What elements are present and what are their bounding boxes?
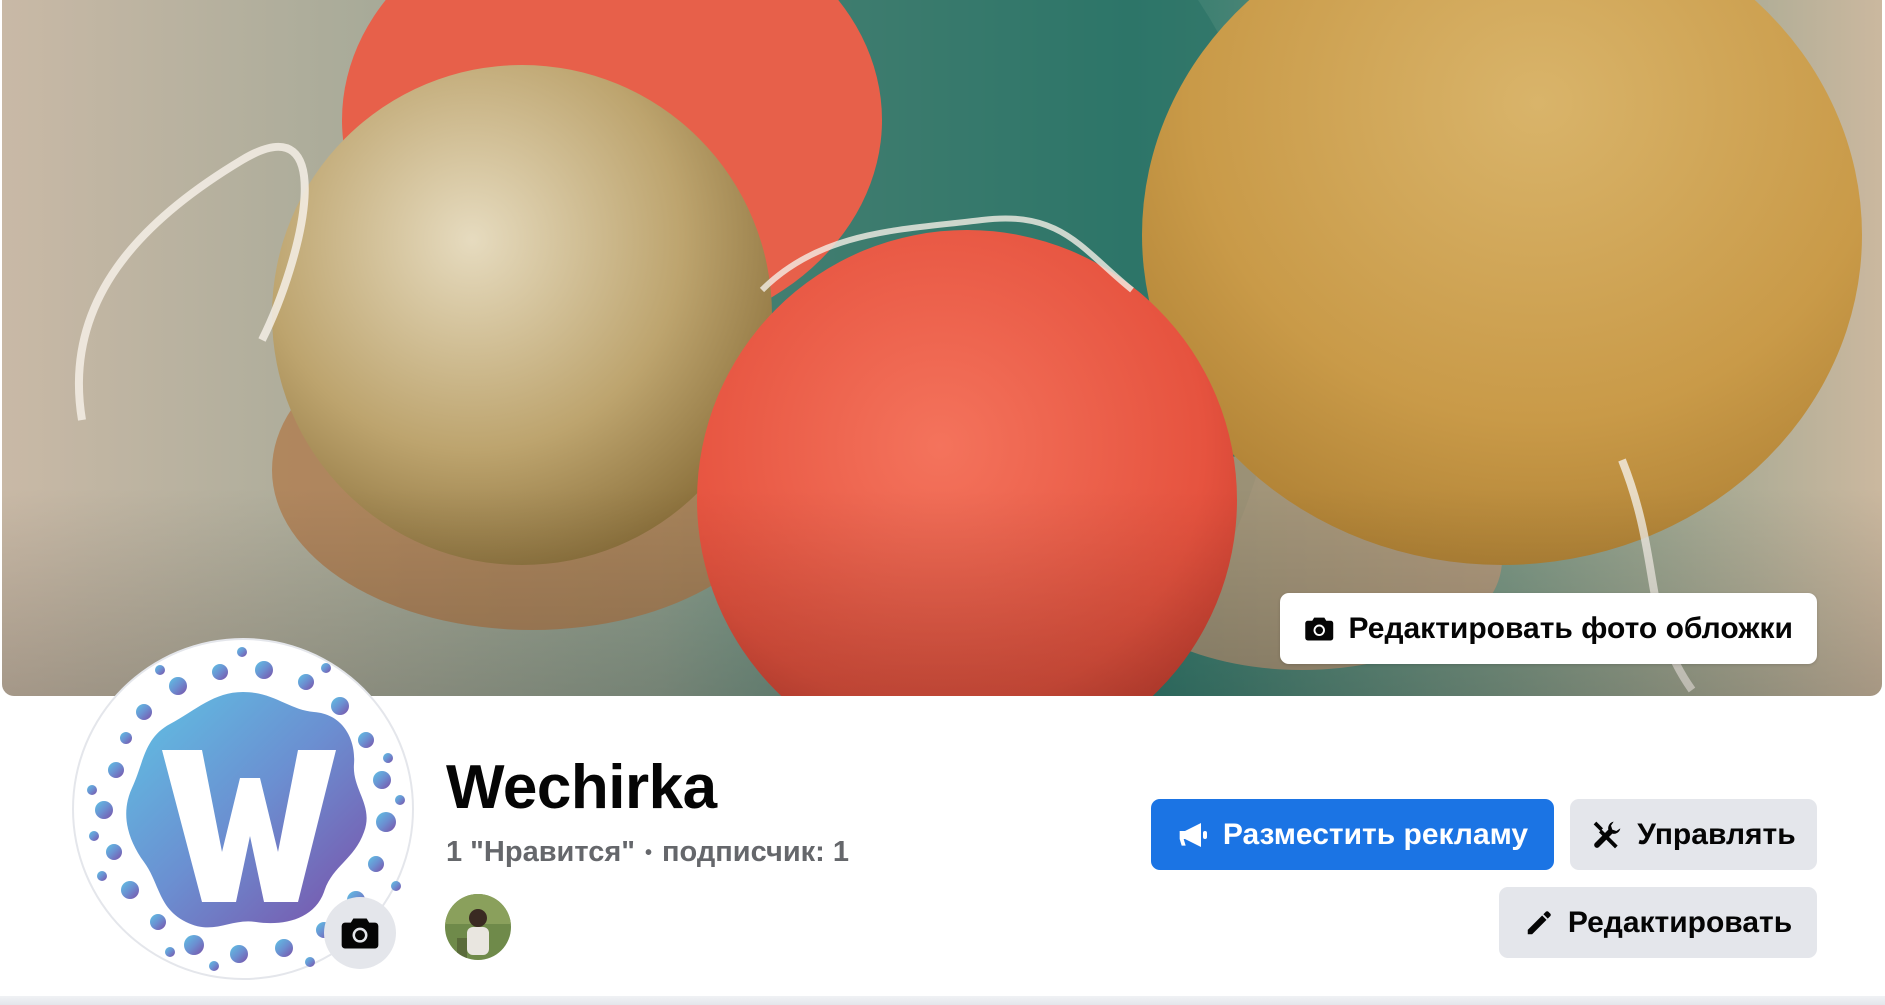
friend-photo bbox=[445, 894, 511, 960]
page-stats: 1 "Нравится" • подписчик: 1 bbox=[446, 836, 849, 869]
stats-separator: • bbox=[645, 841, 653, 864]
edit-cover-photo-label: Редактировать фото обложки bbox=[1348, 611, 1794, 645]
camera-icon bbox=[1305, 617, 1334, 640]
camera-icon bbox=[341, 918, 379, 948]
page-title: Wechirka bbox=[446, 753, 717, 822]
edit-page-label: Редактировать bbox=[1567, 905, 1793, 939]
friend-avatar[interactable] bbox=[445, 894, 511, 960]
edit-page-button[interactable]: Редактировать bbox=[1499, 887, 1817, 958]
manage-label: Управлять bbox=[1637, 817, 1796, 851]
megaphone-icon bbox=[1179, 822, 1207, 847]
advertise-label: Разместить рекламу bbox=[1222, 817, 1529, 851]
pencil-icon bbox=[1527, 910, 1551, 934]
cover-photo bbox=[2, 0, 1882, 696]
cover-balloons-image bbox=[2, 0, 1882, 696]
likes-count[interactable]: 1 "Нравится" bbox=[446, 836, 635, 868]
followers-count[interactable]: подписчик: 1 bbox=[662, 836, 849, 868]
advertise-button[interactable]: Разместить рекламу bbox=[1151, 799, 1554, 870]
edit-cover-photo-button[interactable]: Редактировать фото обложки bbox=[1280, 593, 1817, 664]
tools-icon bbox=[1593, 821, 1621, 848]
update-avatar-button[interactable] bbox=[324, 897, 396, 969]
header-divider bbox=[0, 996, 1885, 1005]
manage-button[interactable]: Управлять bbox=[1570, 799, 1817, 870]
